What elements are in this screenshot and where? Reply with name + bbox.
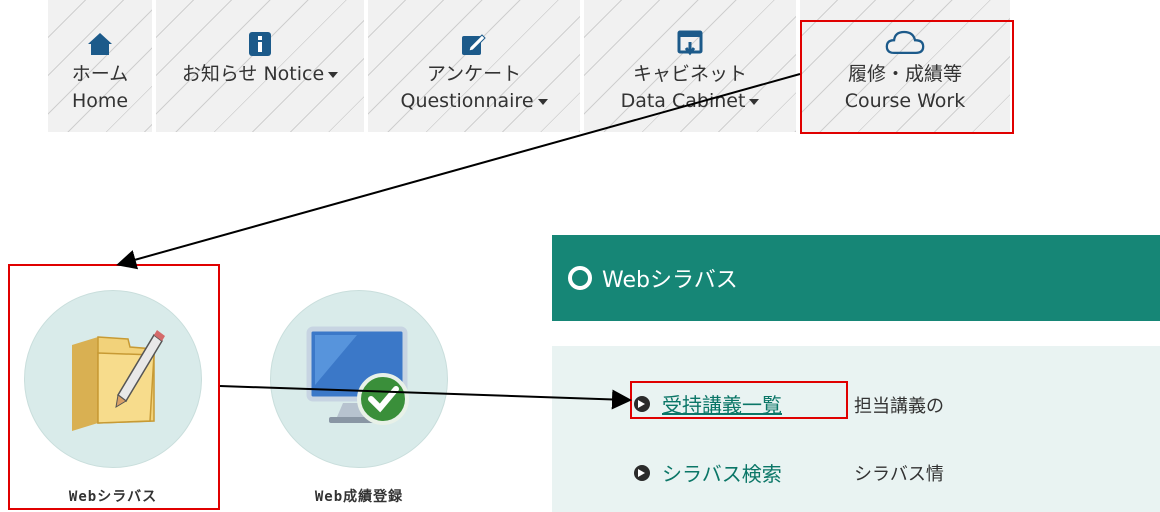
annotation-arrows	[116, 73, 801, 410]
